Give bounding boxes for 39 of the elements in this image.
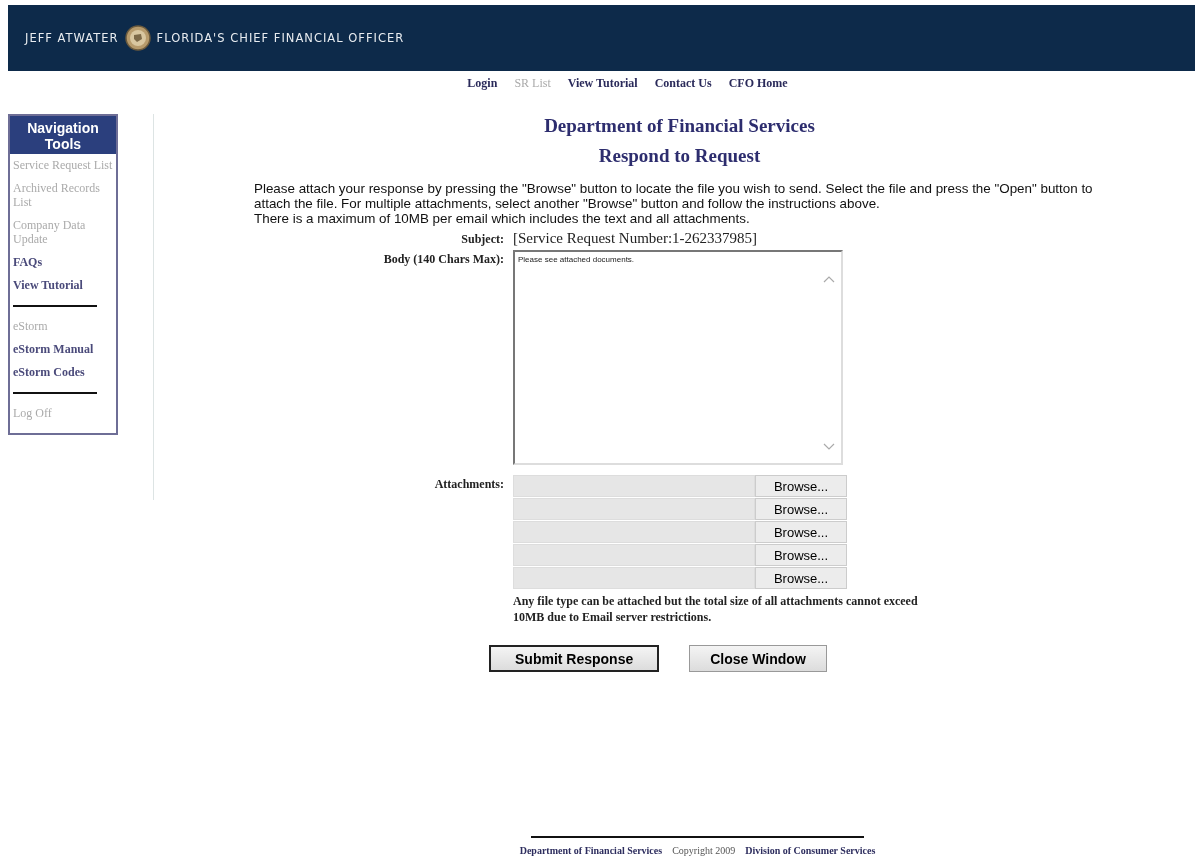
file-field[interactable] (513, 544, 755, 566)
footer-text[interactable]: Department of Financial Services (519, 845, 663, 856)
body-textarea[interactable]: Please see attached documents. (513, 250, 843, 465)
action-button[interactable]: Close Window (689, 645, 827, 672)
sidebar-title: Navigation Tools (10, 116, 116, 154)
sidebar-link[interactable]: eStorm Manual (10, 338, 116, 361)
sidebar-link[interactable]: FAQs (10, 251, 116, 274)
attachment-note: Any file type can be attached but the total size of all attachments cannot exceed 10MB due to Email server restrictions. (513, 593, 919, 625)
browse-button[interactable]: Browse... (755, 498, 847, 520)
browse-button[interactable]: Browse... (755, 544, 847, 566)
page-heading: Department of Financial Services (543, 115, 816, 137)
file-field[interactable] (513, 521, 755, 543)
instruction-text: Please attach your response by pressing the "Browse" button to locate the file you wish to send. Select the file and press the "Open" button to attach the file. For multiple attachments, select another "Browse" button and follow the instructions above. (254, 181, 1094, 211)
sidebar-link[interactable]: View Tutorial (10, 274, 116, 297)
body-label: Body (140 Chars Max): (382, 251, 504, 268)
nav-link[interactable]: CFO Home (728, 76, 788, 96)
header-title: FLORIDA'S CHIEF FINANCIAL OFFICER (156, 31, 405, 45)
attachments-label: Attachments: (433, 476, 504, 493)
subject-label: Subject: (460, 231, 504, 247)
page-subheading: Respond to Request (597, 145, 762, 167)
scroll-up-icon[interactable] (823, 275, 835, 283)
nav-link[interactable]: Contact Us (654, 76, 712, 96)
instruction-text: There is a maximum of 10MB per email which includes the text and all attachments. (254, 211, 751, 226)
browse-button[interactable]: Browse... (755, 521, 847, 543)
action-button[interactable]: Submit Response (489, 645, 660, 672)
file-field[interactable] (513, 475, 755, 497)
browse-button[interactable]: Browse... (755, 475, 847, 497)
seal-icon (124, 25, 151, 51)
header-name: JEFF ATWATER (25, 31, 119, 45)
subject-value: [Service Request Number:1-262337985] (513, 230, 758, 247)
nav-link[interactable]: View Tutorial (567, 76, 638, 96)
scroll-down-icon[interactable] (823, 443, 835, 451)
footer-text: Copyright 2009 (672, 845, 736, 856)
file-field[interactable] (513, 498, 755, 520)
footer-text[interactable]: Division of Consumer Services (745, 845, 876, 856)
file-field[interactable] (513, 567, 755, 589)
browse-button[interactable]: Browse... (755, 567, 847, 589)
nav-link[interactable]: Login (467, 76, 498, 96)
sidebar-link[interactable]: eStorm Codes (10, 361, 116, 384)
